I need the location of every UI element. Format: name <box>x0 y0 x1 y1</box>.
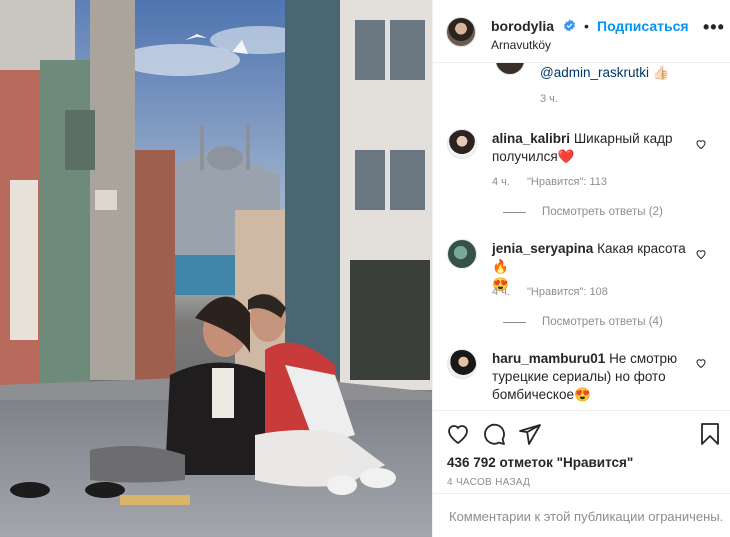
comment-likes[interactable]: "Нравится": 113 <box>527 176 607 188</box>
post-location[interactable]: Arnavutköy <box>491 38 551 52</box>
comment-text: haru_mamburu01 Не смотрю турецкие сериал… <box>492 350 702 404</box>
instagram-post: borodylia • Подписаться Arnavutköy ••• @… <box>0 0 730 537</box>
comment-time[interactable]: 4 ч. <box>492 286 510 298</box>
header-separator: • <box>584 18 589 34</box>
post-timestamp[interactable]: 4 ЧАСОВ НАЗАД <box>447 477 530 488</box>
view-replies-label: Посмотреть ответы (2) <box>542 206 663 218</box>
comments-limited-bar: Комментарии к этой публикации ограничены… <box>433 493 730 537</box>
post-header: borodylia • Подписаться Arnavutköy ••• <box>433 0 730 63</box>
reply-avatar[interactable] <box>495 63 525 75</box>
comment-username[interactable]: haru_mamburu01 <box>492 351 605 366</box>
verified-badge-icon <box>564 19 575 32</box>
replies-divider <box>503 211 526 213</box>
comment-likes[interactable]: "Нравится": 108 <box>527 286 608 298</box>
comment-icon[interactable] <box>482 422 506 446</box>
likes-count[interactable]: 436 792 отметок "Нравится" <box>447 455 633 470</box>
reply-text: @admin_raskrutki 👍🏻 <box>540 64 670 82</box>
comment-body-line1: Какая красота <box>597 241 686 256</box>
author-username[interactable]: borodylia <box>491 18 554 34</box>
comment-avatar[interactable] <box>447 129 477 159</box>
reply-meta: 3 ч. <box>540 93 572 105</box>
comment-meta: 4 ч. "Нравится": 113 <box>492 176 621 188</box>
comment-avatar[interactable] <box>447 349 477 379</box>
replies-divider <box>503 321 526 323</box>
reply-time[interactable]: 3 ч. <box>540 93 558 105</box>
comment-username[interactable]: jenia_seryapina <box>492 241 593 256</box>
comment-time[interactable]: 4 ч. <box>492 176 510 188</box>
comment-body-line2: получился <box>492 149 558 164</box>
photo-illustration <box>0 0 432 537</box>
post-actions: 436 792 отметок "Нравится" 4 ЧАСОВ НАЗАД… <box>433 410 730 537</box>
comment-body-line1: Не смотрю <box>609 351 678 366</box>
view-replies-label: Посмотреть ответы (4) <box>542 316 663 328</box>
post-photo[interactable] <box>0 0 432 537</box>
bookmark-icon[interactable] <box>698 422 722 446</box>
comment-text: alina_kalibri Шикарный кадр получился❤️ <box>492 130 702 166</box>
view-replies-button[interactable]: Посмотреть ответы (4) <box>503 316 663 328</box>
comments-limited-text: Комментарии к этой публикации ограничены… <box>449 509 724 524</box>
view-replies-button[interactable]: Посмотреть ответы (2) <box>503 206 663 218</box>
fire-emoji: 🔥 <box>492 259 509 274</box>
follow-button[interactable]: Подписаться <box>597 18 689 34</box>
more-options-icon[interactable]: ••• <box>703 18 725 36</box>
share-icon[interactable] <box>518 422 542 446</box>
comment-body-line1: Шикарный кадр <box>573 131 673 146</box>
comment-body-line2: турецкие сериалы) но фото <box>492 369 666 384</box>
heart-icon[interactable] <box>446 422 470 446</box>
comment-like-icon[interactable] <box>695 248 707 260</box>
comment-avatar[interactable] <box>447 239 477 269</box>
comment-like-icon[interactable] <box>695 357 707 369</box>
heart-eyes-emoji: 😍 <box>574 387 591 402</box>
post-side-panel: borodylia • Подписаться Arnavutköy ••• @… <box>432 0 730 537</box>
heart-emoji: ❤️ <box>557 149 575 164</box>
comment-body-line3: бомбическое <box>492 387 575 402</box>
comment-meta: 4 ч. "Нравится": 108 <box>492 286 622 298</box>
reply-mention[interactable]: @admin_raskrutki <box>540 65 649 80</box>
comment-username[interactable]: alina_kalibri <box>492 131 570 146</box>
comment-like-icon[interactable] <box>695 138 707 150</box>
reply-emoji: 👍🏻 <box>652 65 670 80</box>
comments-list[interactable]: @admin_raskrutki 👍🏻 3 ч. alina_kalibri Ш… <box>433 63 730 410</box>
author-avatar[interactable] <box>446 17 476 47</box>
